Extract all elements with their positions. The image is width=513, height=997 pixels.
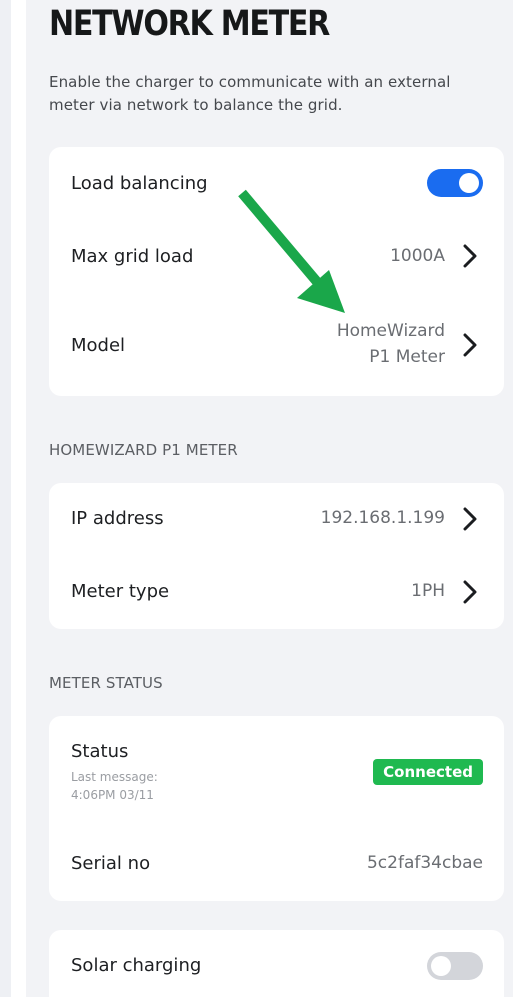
serial-row: Serial no 5c2faf34cbae	[49, 826, 504, 901]
left-edge-strip	[0, 0, 11, 997]
homewizard-card: IP address 192.168.1.199 Meter type 1PH	[49, 483, 504, 629]
solar-charging-label: Solar charging	[71, 955, 202, 976]
status-label: Status	[71, 741, 129, 762]
meter-type-value: 1PH	[411, 581, 445, 601]
model-row[interactable]: Model HomeWizard P1 Meter	[49, 295, 504, 396]
load-balancing-toggle[interactable]	[427, 169, 483, 197]
ip-address-row[interactable]: IP address 192.168.1.199	[49, 483, 504, 556]
solar-charging-toggle[interactable]	[427, 952, 483, 980]
solar-card: Solar charging	[49, 930, 504, 997]
meter-type-label: Meter type	[71, 581, 170, 602]
chevron-right-icon	[463, 244, 477, 268]
page-title: NETWORK METER	[49, 4, 330, 44]
toggle-knob	[431, 956, 451, 976]
section-header-meter-status: METER STATUS	[49, 674, 163, 692]
model-label: Model	[71, 335, 126, 356]
last-message-label: Last message:	[71, 770, 158, 784]
load-balancing-label: Load balancing	[71, 173, 208, 194]
chevron-right-icon	[463, 580, 477, 604]
chevron-right-icon	[463, 507, 477, 531]
solar-charging-row[interactable]: Solar charging	[49, 930, 504, 997]
last-message-time: 4:06PM 03/11	[71, 788, 154, 802]
status-row: Status Last message: 4:06PM 03/11 Connec…	[49, 716, 504, 826]
meter-status-card: Status Last message: 4:06PM 03/11 Connec…	[49, 716, 504, 901]
section-header-homewizard: HOMEWIZARD P1 METER	[49, 441, 238, 459]
max-grid-load-label: Max grid load	[71, 246, 194, 267]
serial-value: 5c2faf34cbae	[366, 853, 483, 873]
network-meter-card: Load balancing Max grid load 1000A Model…	[49, 147, 504, 396]
toggle-knob	[459, 173, 479, 193]
load-balancing-row[interactable]: Load balancing	[49, 147, 504, 221]
page-description: Enable the charger to communicate with a…	[49, 73, 451, 114]
max-grid-load-value: 1000A	[390, 246, 445, 266]
status-badge: Connected	[373, 759, 483, 785]
chevron-right-icon	[463, 333, 477, 357]
model-value-line2: P1 Meter	[369, 347, 445, 367]
ip-address-label: IP address	[71, 508, 164, 529]
max-grid-load-row[interactable]: Max grid load 1000A	[49, 221, 504, 295]
model-value: HomeWizard P1 Meter	[337, 319, 445, 370]
model-value-line1: HomeWizard	[336, 321, 445, 341]
ip-address-value: 192.168.1.199	[320, 508, 445, 528]
serial-label: Serial no	[71, 853, 151, 874]
meter-type-row[interactable]: Meter type 1PH	[49, 556, 504, 629]
